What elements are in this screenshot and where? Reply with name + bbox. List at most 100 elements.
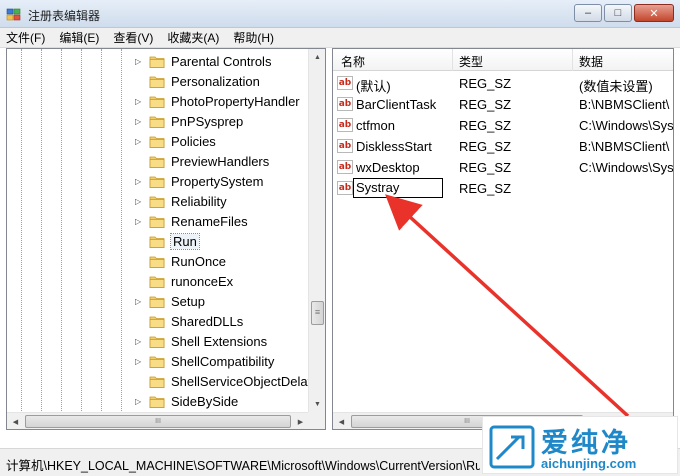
- triangle-right-icon[interactable]: ▷: [135, 357, 145, 366]
- tree-vertical-scrollbar[interactable]: ▲ ≡ ▼: [308, 49, 325, 413]
- tree-item-label: Policies: [171, 133, 216, 149]
- registry-tree[interactable]: ▷ Parental Controls Personalization ▷ PhotoP…: [6, 48, 326, 430]
- regedit-icon: [6, 8, 21, 21]
- tree-scroll-thumb[interactable]: ≡: [311, 301, 324, 325]
- folder-icon: [149, 55, 165, 68]
- menu-view[interactable]: 查看(V): [113, 29, 153, 46]
- title-bar: 注册表编辑器 – □ ✕: [0, 0, 680, 28]
- menu-edit[interactable]: 编辑(E): [59, 29, 99, 46]
- value-row[interactable]: ab BarClientTask REG_SZ B:\NBMSClient\: [333, 94, 673, 115]
- folder-icon: [149, 395, 165, 408]
- folder-icon: [149, 375, 165, 388]
- tree-item[interactable]: ▷ PhotoPropertyHandler: [135, 91, 300, 111]
- menu-file[interactable]: 文件(F): [6, 29, 45, 46]
- tree-item[interactable]: PreviewHandlers: [135, 151, 269, 171]
- triangle-right-icon[interactable]: ▷: [135, 177, 145, 186]
- column-header-name[interactable]: 名称: [341, 53, 365, 70]
- minimize-button[interactable]: –: [574, 4, 602, 22]
- value-type: REG_SZ: [459, 160, 512, 175]
- triangle-right-icon[interactable]: ▷: [135, 197, 145, 206]
- tree-item-label: runonceEx: [171, 273, 234, 289]
- menu-favorites[interactable]: 收藏夹(A): [167, 29, 219, 46]
- tree-item[interactable]: ▷ Parental Controls: [135, 51, 271, 71]
- tree-item[interactable]: ▷ RenameFiles: [135, 211, 248, 231]
- triangle-right-icon[interactable]: ▷: [135, 397, 145, 406]
- folder-icon: [149, 155, 165, 168]
- string-value-icon: ab: [337, 160, 353, 174]
- value-row[interactable]: ab ctfmon REG_SZ C:\Windows\Sys: [333, 115, 673, 136]
- folder-icon: [149, 355, 165, 368]
- tree-item[interactable]: SharedDLLs: [135, 311, 243, 331]
- tree-item[interactable]: Run: [135, 231, 200, 251]
- close-button[interactable]: ✕: [634, 4, 674, 22]
- tree-item[interactable]: ▷ Shell Extensions: [135, 331, 267, 351]
- scroll-left-icon[interactable]: ◀: [7, 413, 24, 429]
- value-name: wxDesktop: [356, 160, 420, 175]
- tree-item[interactable]: ▷ SideBySide: [135, 391, 238, 411]
- value-row[interactable]: ab (默认) REG_SZ (数值未设置): [333, 73, 673, 94]
- folder-icon: [149, 295, 165, 308]
- column-header-type[interactable]: 类型: [459, 53, 483, 70]
- value-row[interactable]: ab Systray REG_SZ: [333, 178, 673, 199]
- tree-hscroll-thumb[interactable]: III: [25, 415, 291, 428]
- scroll-down-icon[interactable]: ▼: [309, 396, 325, 413]
- rename-input[interactable]: Systray: [353, 178, 443, 198]
- value-row[interactable]: ab wxDesktop REG_SZ C:\Windows\Sys: [333, 157, 673, 178]
- tree-item-label: PhotoPropertyHandler: [171, 93, 300, 109]
- string-value-icon: ab: [337, 76, 353, 90]
- menu-help[interactable]: 帮助(H): [233, 29, 274, 46]
- watermark-text-en: aichunjing.com: [541, 456, 637, 471]
- tree-item[interactable]: RunOnce: [135, 251, 226, 271]
- tree-item-label: Shell Extensions: [171, 333, 268, 349]
- value-data: (数值未设置): [579, 79, 653, 94]
- values-list[interactable]: 名称 类型 数据 ab (默认) REG_SZ (数值未设置) ab BarClientT…: [332, 48, 674, 430]
- value-type: REG_SZ: [459, 181, 512, 196]
- tree-item-label: RenameFiles: [171, 213, 248, 229]
- value-type: REG_SZ: [459, 118, 512, 133]
- folder-icon: [149, 335, 165, 348]
- value-type: REG_SZ: [459, 139, 512, 154]
- tree-item[interactable]: ▷ PnPSysprep: [135, 111, 243, 131]
- folder-icon: [149, 95, 165, 108]
- triangle-right-icon[interactable]: ▷: [135, 297, 145, 306]
- scroll-right-icon[interactable]: ▶: [292, 413, 309, 429]
- value-data: B:\NBMSClient\: [579, 139, 670, 154]
- tree-item[interactable]: Personalization: [135, 71, 260, 91]
- folder-icon: [149, 115, 165, 128]
- folder-icon: [149, 195, 165, 208]
- column-header-data[interactable]: 数据: [579, 53, 603, 70]
- tree-item[interactable]: ▷ PropertySystem: [135, 171, 263, 191]
- maximize-button[interactable]: □: [604, 4, 632, 22]
- triangle-right-icon[interactable]: ▷: [135, 97, 145, 106]
- value-name: ctfmon: [356, 118, 396, 133]
- triangle-right-icon[interactable]: ▷: [135, 217, 145, 226]
- tree-item[interactable]: ▷ Reliability: [135, 191, 227, 211]
- tree-guides: [7, 49, 147, 413]
- tree-item-label: RunOnce: [171, 253, 226, 269]
- tree-horizontal-scrollbar[interactable]: ◀ III ▶: [7, 412, 309, 429]
- triangle-right-icon[interactable]: ▷: [135, 137, 145, 146]
- triangle-right-icon[interactable]: ▷: [135, 337, 145, 346]
- status-path: 计算机\HKEY_LOCAL_MACHINE\SOFTWARE\Microsof…: [6, 459, 480, 473]
- triangle-right-icon[interactable]: ▷: [135, 117, 145, 126]
- scroll-up-icon[interactable]: ▲: [309, 49, 325, 66]
- tree-item[interactable]: runonceEx: [135, 271, 233, 291]
- tree-item-label: PreviewHandlers: [171, 153, 270, 169]
- tree-item-label: Setup: [171, 293, 205, 309]
- tree-item[interactable]: ▷ ShellCompatibility: [135, 351, 274, 371]
- tree-item[interactable]: ShellServiceObjectDelayL: [135, 371, 321, 391]
- folder-icon: [149, 135, 165, 148]
- folder-icon: [149, 315, 165, 328]
- tree-item[interactable]: ▷ Policies: [135, 131, 216, 151]
- scroll-left-icon[interactable]: ◀: [333, 413, 350, 429]
- value-type: REG_SZ: [459, 76, 512, 91]
- watermark-logo: 爱纯净 aichunjing.com: [482, 416, 678, 474]
- tree-item[interactable]: ▷ Setup: [135, 291, 205, 311]
- value-data: C:\Windows\Sys: [579, 118, 673, 133]
- tree-item-label: Parental Controls: [171, 53, 272, 69]
- triangle-right-icon[interactable]: ▷: [135, 57, 145, 66]
- folder-icon: [149, 275, 165, 288]
- value-row[interactable]: ab DisklessStart REG_SZ B:\NBMSClient\: [333, 136, 673, 157]
- tree-item-label: PropertySystem: [171, 173, 264, 189]
- value-data: B:\NBMSClient\: [579, 97, 670, 112]
